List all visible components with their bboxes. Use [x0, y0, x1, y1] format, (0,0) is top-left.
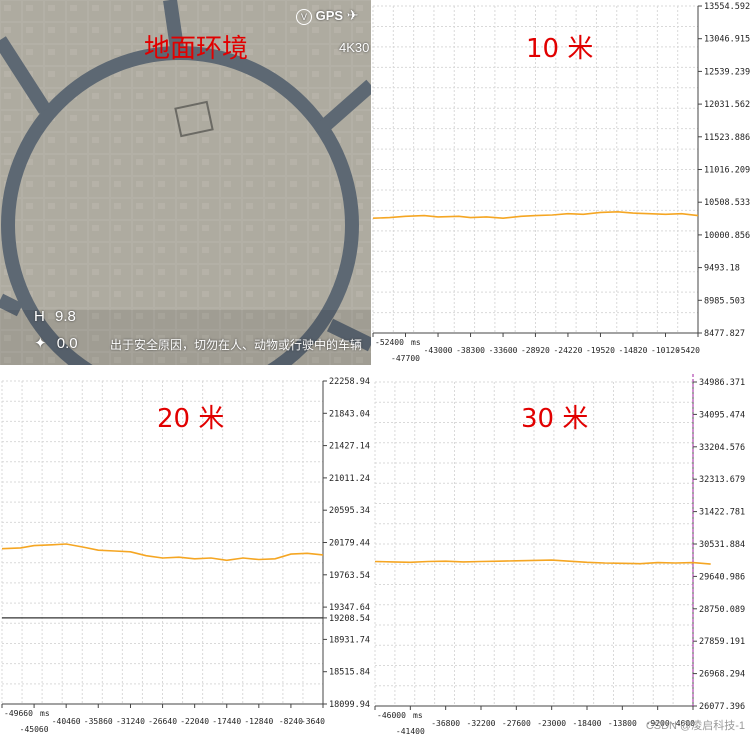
- x-tick-label: -31240: [116, 717, 145, 726]
- y-tick-label: 10508.533: [704, 198, 750, 208]
- x-tick-label: -17440: [212, 717, 241, 726]
- y-tick-label: 8477.827: [704, 329, 745, 339]
- chart-panel-10m: 13554.592 13046.915 12539.239 12031.562 1152…: [371, 0, 751, 365]
- y-tick-label: 31422.781: [699, 508, 745, 518]
- x-tick-label: -3640: [301, 717, 325, 726]
- y-tick-label: 29640.986: [699, 572, 745, 582]
- series-line-0: [374, 559, 711, 565]
- height-label: H: [34, 308, 45, 325]
- x-unit-label: ms: [411, 338, 421, 347]
- y-tick-label: 21427.145: [329, 442, 370, 452]
- x-tick-label: -46000: [377, 711, 406, 720]
- y-tick-label: 26077.396: [699, 702, 745, 712]
- x-tick-label: -38300: [456, 346, 485, 355]
- y-tick-label: 34986.371: [699, 378, 745, 388]
- speed-icon: ✦: [34, 335, 47, 352]
- x-tick-label: -27600: [502, 719, 531, 728]
- x-tick-label: -49660: [4, 709, 33, 718]
- x-tick-label: -43000: [424, 346, 453, 355]
- gps-indicator: V GPS ✈: [296, 7, 358, 25]
- speed-readout: ✦ 0.0: [34, 334, 78, 352]
- y-tick-label: 19347.645: [329, 603, 370, 613]
- x-tick-label: -19520: [586, 346, 615, 355]
- speed-value: 0.0: [56, 335, 78, 352]
- x-tick-label: -22040: [180, 717, 209, 726]
- y-tick-label: 11016.209: [704, 166, 750, 176]
- y-tick-label: 20595.345: [329, 506, 370, 516]
- x-tick-label: -5420: [676, 346, 700, 355]
- x-tick-label: -13800: [608, 719, 637, 728]
- x-tick-label: -28920: [521, 346, 550, 355]
- chart-title-10m: 10 米: [526, 34, 594, 64]
- series-line-0: [372, 210, 699, 220]
- x-tick-label: -36800: [431, 719, 460, 728]
- y-tick-label: 12539.239: [704, 67, 750, 77]
- x-tick-label: -47700: [391, 354, 420, 363]
- y-tick-label: 22258.945: [329, 377, 370, 387]
- x-tick-label: -24220: [553, 346, 582, 355]
- camera-view-panel: 地面环境 V GPS ✈ 4K30 H 9.8 ✦ 0.0 出于安全原因，切勿在…: [0, 0, 371, 365]
- gps-icon: V: [296, 8, 312, 25]
- y-tick-label: 27859.191: [699, 637, 745, 647]
- y-tick-label: 34095.474: [699, 410, 745, 420]
- x-tick-label: -18400: [573, 719, 602, 728]
- y-tick-label: 20179.445: [329, 539, 370, 549]
- y-tick-label: 10000.856: [704, 231, 750, 241]
- y-tick-label: 33204.576: [699, 443, 745, 453]
- y-tick-label: 18515.845: [329, 668, 370, 678]
- satellite-icon: ✈: [346, 7, 359, 23]
- x-tick-label: -35860: [84, 717, 113, 726]
- y-tick-label: 32313.679: [699, 475, 745, 485]
- chart-panel-30m: 34986.371 34095.474 33204.576 32313.679 3142…: [373, 368, 751, 737]
- x-tick-label: -41400: [396, 727, 425, 736]
- safety-notice: 出于安全原因，切勿在人、动物或行驶中的车辆: [110, 338, 363, 352]
- y-tick-label: 26968.294: [699, 670, 745, 680]
- y-tick-label: 21843.045: [329, 409, 370, 419]
- y-tick-label: 11523.886: [704, 133, 750, 143]
- y-tick-label: 13554.592: [704, 2, 750, 12]
- chart-title-20m: 20 米: [157, 404, 225, 434]
- gps-label: GPS: [315, 8, 344, 23]
- y-tick-label: 28750.089: [699, 605, 745, 615]
- x-tick-label: -32200: [467, 719, 496, 728]
- watermark-text: CSDN @凌启科技-1: [645, 720, 745, 732]
- y-tick-label: 18099.945: [329, 700, 370, 710]
- x-tick-label: -12840: [244, 717, 273, 726]
- height-readout: H 9.8: [34, 308, 76, 325]
- height-value: 9.8: [55, 308, 76, 325]
- camera-title: 地面环境: [144, 34, 249, 64]
- chart-panel-20m: 22258.945 21843.045 21427.145 21011.245 2059…: [0, 368, 370, 737]
- y-tick-label: 9493.18: [704, 264, 740, 274]
- video-mode: 4K30: [339, 40, 370, 55]
- y-tick-label: 18931.745: [329, 635, 370, 645]
- y-tick-label: 21011.245: [329, 474, 370, 484]
- x-tick-label: -33600: [489, 346, 518, 355]
- x-unit-label: ms: [40, 709, 50, 718]
- y-tick-label: 12031.562: [704, 100, 750, 110]
- y-tick-label: 30531.884: [699, 540, 745, 550]
- x-tick-label: -45060: [20, 725, 49, 734]
- y-tick-label: 19763.545: [329, 571, 370, 581]
- x-tick-label: -40460: [52, 717, 81, 726]
- chart-title-30m: 30 米: [521, 404, 589, 434]
- x-tick-label: -8240: [279, 717, 303, 726]
- x-tick-label: -23000: [537, 719, 566, 728]
- x-tick-label: -52400: [375, 338, 404, 347]
- x-unit-label: ms: [413, 711, 423, 720]
- y-tick-label: 8985.503: [704, 296, 745, 306]
- x-tick-label: -14820: [619, 346, 648, 355]
- y-tick-label: 19208.541: [329, 614, 370, 624]
- y-tick-label: 13046.915: [704, 35, 750, 45]
- x-tick-label: -26640: [148, 717, 177, 726]
